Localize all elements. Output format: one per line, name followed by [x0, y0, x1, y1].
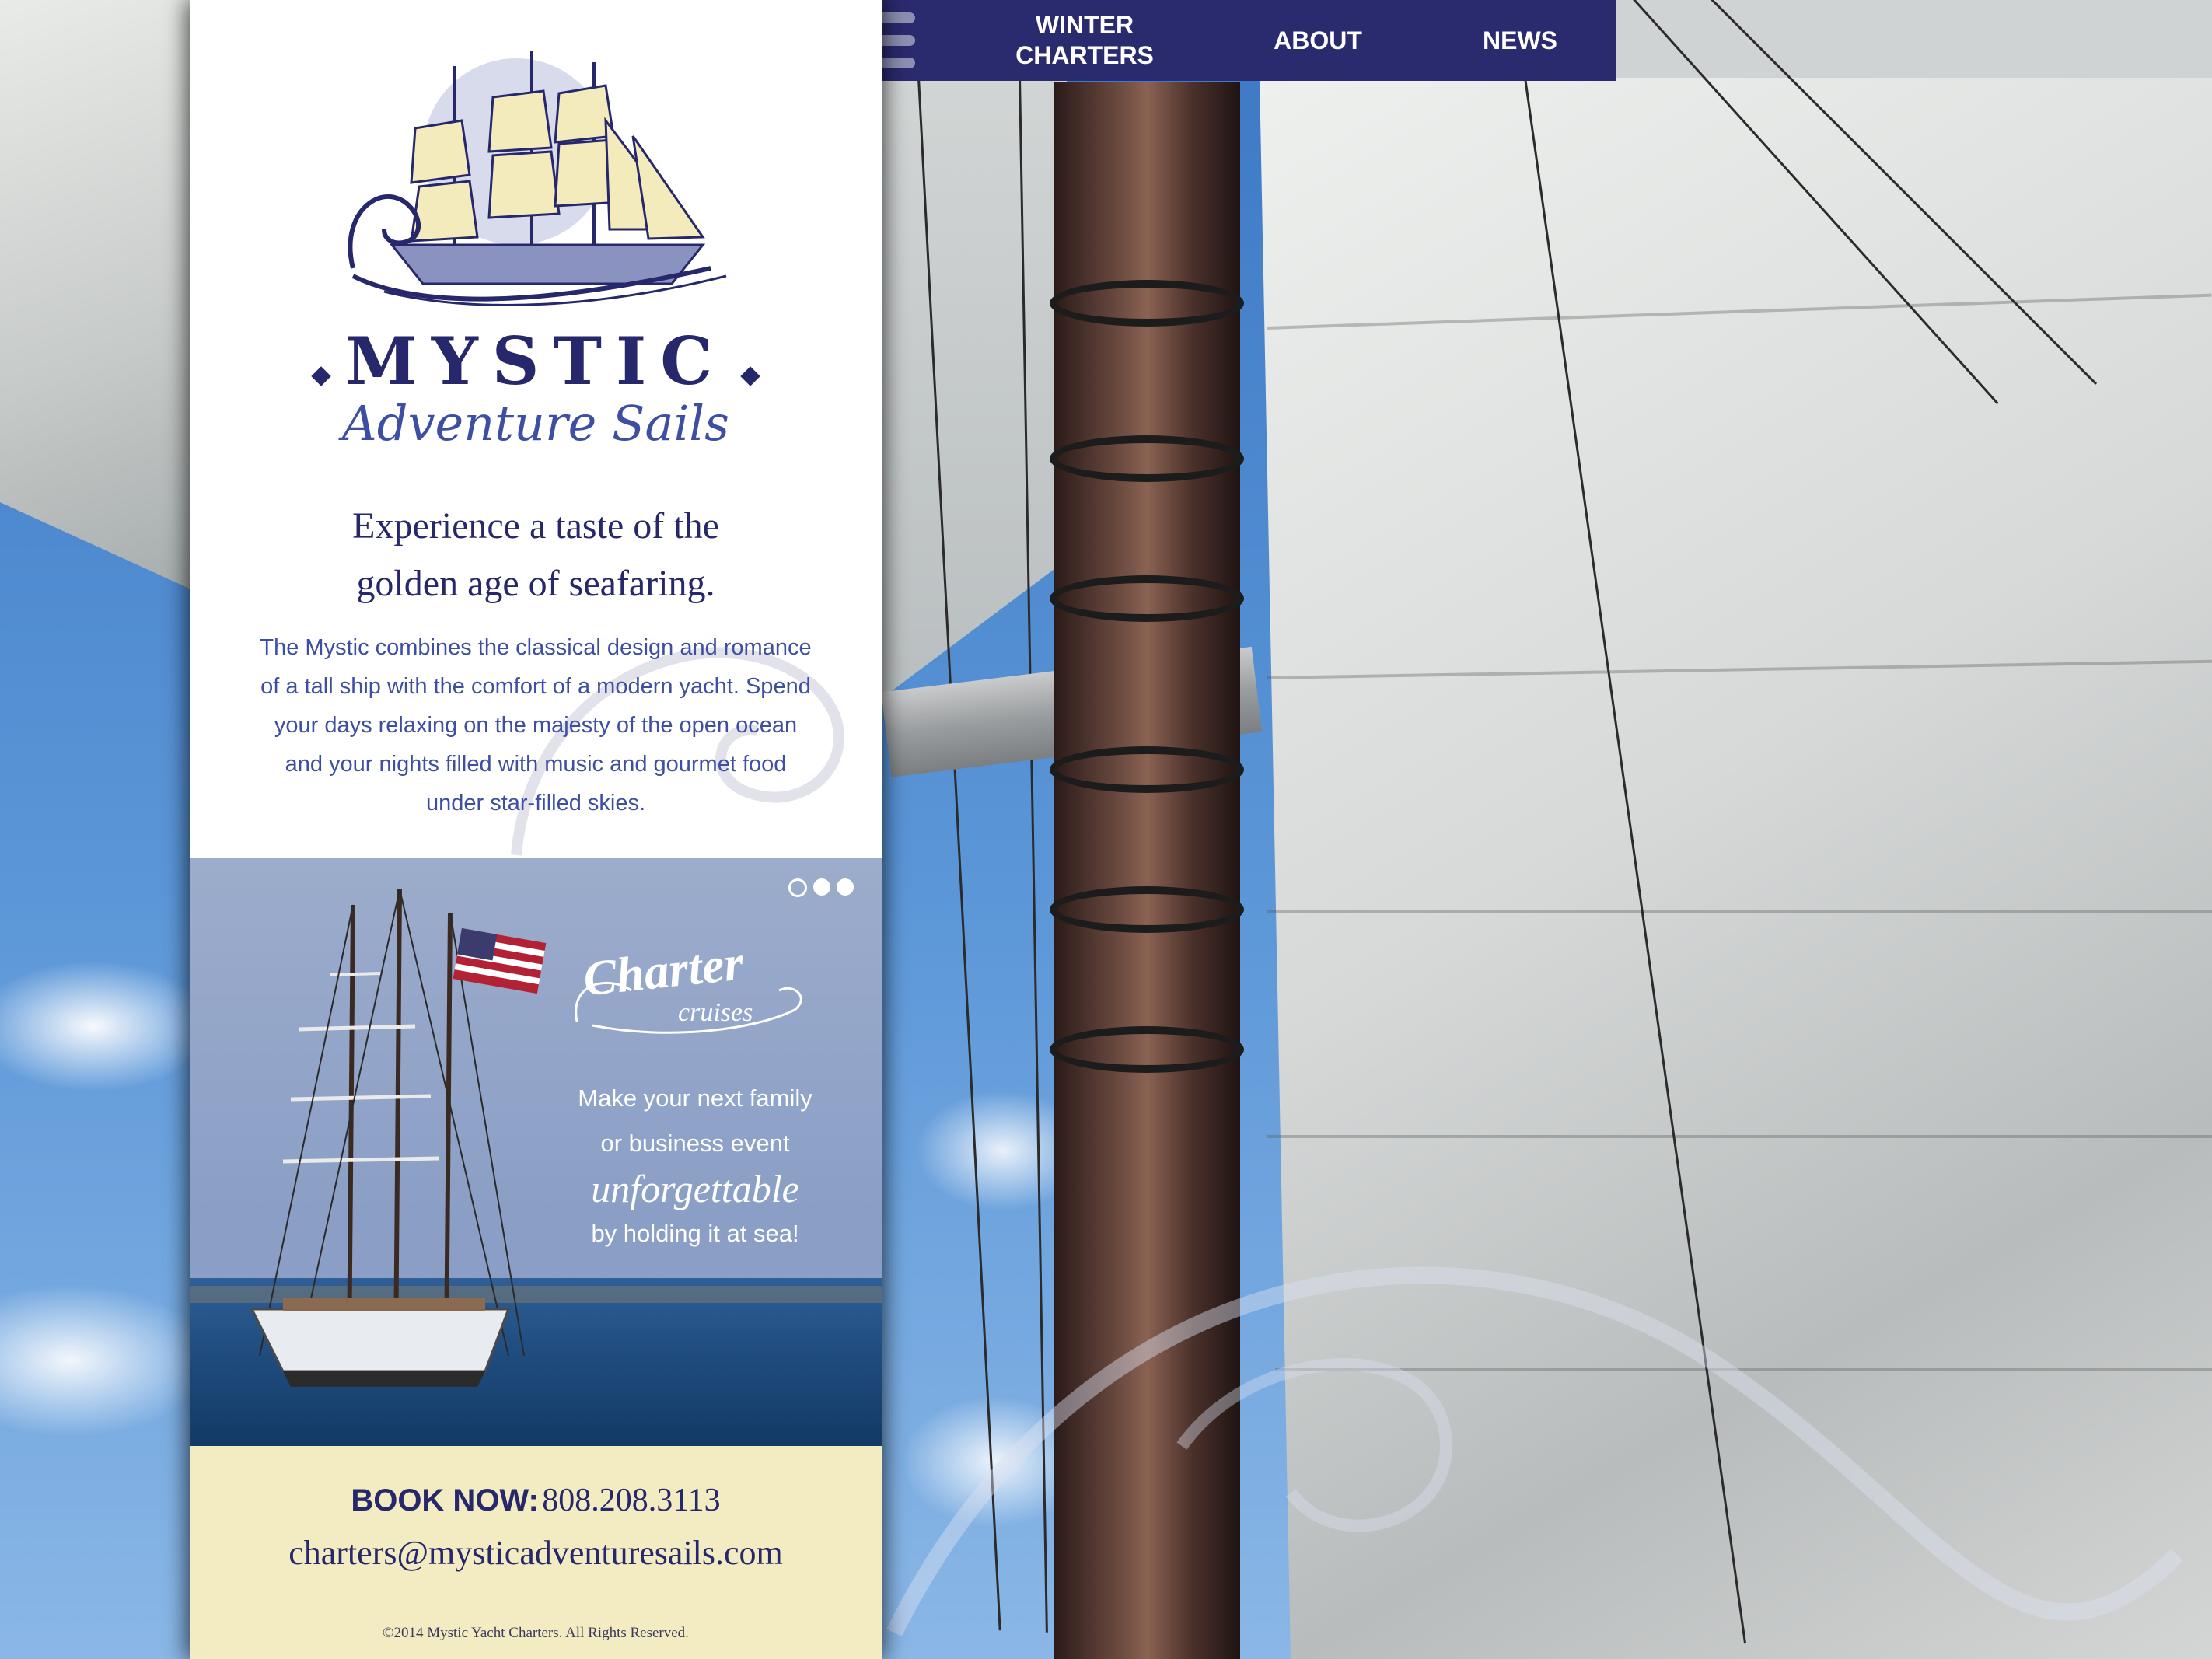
- diamond-ornament-icon: [740, 366, 760, 386]
- charter-cruises-slide[interactable]: Charter cruises Make your next family or…: [190, 858, 882, 1446]
- charter-text-line: or business event: [600, 1130, 790, 1157]
- nav-link-winter-charters[interactable]: WINTER CHARTERS: [972, 0, 1197, 81]
- schooner-photo: [250, 889, 547, 1387]
- nav-link-about[interactable]: ABOUT: [1228, 0, 1407, 81]
- slide-indicator: [782, 878, 854, 899]
- charter-description: Make your next family or business event …: [532, 1076, 858, 1256]
- sail-seam: [1267, 910, 2212, 913]
- booking-footer: BOOK NOW: 808.208.3113 charters@mysticad…: [190, 1446, 882, 1659]
- copyright-text: ©2014 Mystic Yacht Charters. All Rights …: [383, 1625, 689, 1641]
- slide-dot[interactable]: [837, 878, 854, 896]
- charter-text-line: by holding it at sea!: [591, 1220, 799, 1247]
- email-link[interactable]: charters@mysticadventuresails.com: [190, 1532, 882, 1575]
- decorative-swirl: [886, 1266, 2183, 1636]
- content-panel: MYSTIC Adventure Sails Experience a tast…: [190, 0, 882, 1659]
- intro-paragraph: The Mystic combines the classical design…: [260, 635, 812, 816]
- mast-hoop: [1050, 280, 1244, 327]
- mast-hoop: [1050, 435, 1244, 482]
- left-sail: [0, 0, 194, 591]
- jib-sail: [880, 0, 1067, 700]
- brand-row: MYSTIC: [190, 327, 882, 396]
- slide-dot[interactable]: [788, 878, 807, 897]
- top-navigation-bar: WINTER CHARTERS ABOUT NEWS: [824, 0, 1616, 81]
- mast-hoop: [1050, 886, 1244, 933]
- cruises-title-word: cruises: [678, 998, 753, 1027]
- tall-ship-logo-icon: [348, 51, 727, 306]
- headline-line: golden age of seafaring.: [356, 563, 715, 604]
- brand-name: MYSTIC: [344, 323, 727, 400]
- headline-line: Experience a taste of the: [352, 505, 719, 547]
- book-now-label: BOOK NOW:: [351, 1483, 539, 1518]
- slide-dot[interactable]: [813, 878, 830, 896]
- charter-text-emphasis: unforgettable: [591, 1167, 799, 1210]
- book-now-line: BOOK NOW: 808.208.3113: [190, 1479, 882, 1529]
- diamond-ornament-icon: [311, 366, 331, 386]
- brand-subtitle: Adventure Sails: [342, 395, 729, 452]
- charter-cruises-title: Charter cruises: [561, 934, 802, 1034]
- headline: Experience a taste of the golden age of …: [236, 498, 835, 613]
- mast-hoop: [1050, 746, 1244, 793]
- phone-number-link[interactable]: 808.208.3113: [542, 1483, 720, 1518]
- nav-link-news[interactable]: NEWS: [1438, 0, 1602, 81]
- charter-text-line: Make your next family: [578, 1084, 812, 1112]
- mast-hoop: [1050, 575, 1244, 622]
